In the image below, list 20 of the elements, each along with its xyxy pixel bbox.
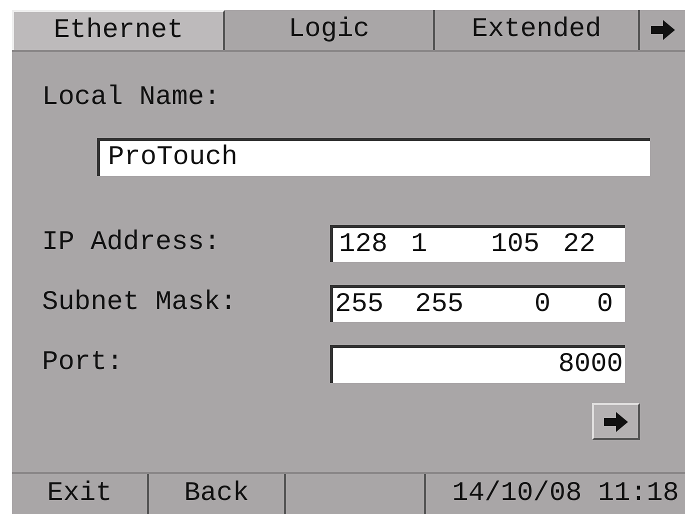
- input-field[interactable]: ProTouch: [97, 138, 650, 176]
- octet-value: 128: [339, 232, 389, 258]
- ip-field[interactable]: 128 1 105 22: [330, 225, 625, 262]
- octet-value: 0: [596, 292, 614, 318]
- field-label: Subnet Mask:: [42, 290, 236, 317]
- field-label: IP Address:: [42, 230, 220, 257]
- field-label: Port:: [42, 350, 124, 377]
- octet-value: 255: [415, 292, 465, 318]
- octet-value: 22: [563, 232, 596, 258]
- octet-value: 0: [533, 292, 552, 318]
- input-field[interactable]: 8000: [330, 345, 625, 383]
- octet-value: 255: [335, 292, 385, 318]
- octet-value: 105: [491, 232, 541, 258]
- field-label: Local Name:: [42, 85, 220, 112]
- ip-field[interactable]: 255 255 0 0: [330, 285, 625, 322]
- next-button[interactable]: [592, 403, 640, 440]
- right-arrow-icon: [604, 412, 628, 432]
- right-arrow-icon: [650, 20, 674, 40]
- octet-value: 1: [411, 232, 428, 258]
- tab[interactable]: Ethernet: [12, 10, 225, 50]
